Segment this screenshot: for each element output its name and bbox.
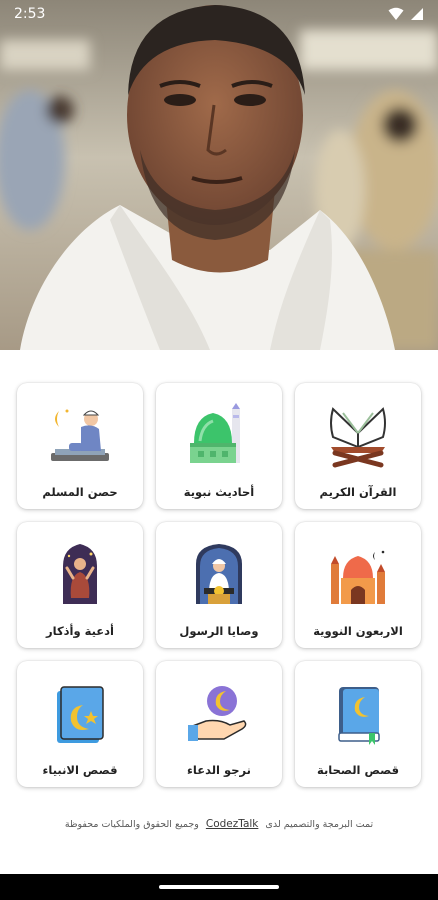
card-hisn-muslim[interactable]: حصن المسلم <box>17 383 143 509</box>
card-label: أدعية وأذكار <box>46 624 114 638</box>
footer-text-before: تمت البرمجة والتصميم لدى <box>265 819 374 830</box>
card-quran[interactable]: القرآن الكريم <box>295 383 421 509</box>
card-label: أحاديث نبوية <box>183 485 255 499</box>
hero-photo <box>0 0 438 350</box>
moon-card-icon <box>45 679 115 749</box>
card-label: الاربعون النووية <box>313 624 403 638</box>
footer-credits: تمت البرمجة والتصميم لدى CodezTalk وجميع… <box>0 818 438 830</box>
card-label: قصص الصحابة <box>316 763 400 777</box>
category-grid: حصن المسلم أحاديث نبوية القرآن الكريم أد… <box>17 383 421 787</box>
home-gesture-handle[interactable] <box>159 885 279 889</box>
imam-minbar-icon <box>184 540 254 610</box>
card-label: القرآن الكريم <box>319 485 397 499</box>
dua-prayer-icon <box>45 540 115 610</box>
wifi-icon <box>388 7 404 20</box>
system-nav-bar <box>0 874 438 900</box>
mosque-dome-icon <box>184 401 254 471</box>
moon-book-icon <box>323 679 393 749</box>
card-label: حصن المسلم <box>42 485 118 499</box>
card-qasas-anbiya[interactable]: قصص الانبياء <box>17 661 143 787</box>
card-ahadith[interactable]: أحاديث نبوية <box>156 383 282 509</box>
status-icons <box>388 7 424 21</box>
card-arbaoon[interactable]: الاربعون النووية <box>295 522 421 648</box>
mosque-building-icon <box>323 540 393 610</box>
card-adiya[interactable]: أدعية وأذكار <box>17 522 143 648</box>
signal-icon <box>411 7 423 20</box>
footer-text-after: وجميع الحقوق والملكيات محفوظة <box>64 819 199 830</box>
status-bar: 2:53 <box>0 0 438 27</box>
card-qasas-sahaba[interactable]: قصص الصحابة <box>295 661 421 787</box>
card-wasaya[interactable]: وصايا الرسول <box>156 522 282 648</box>
card-narjoo-dua[interactable]: نرجو الدعاء <box>156 661 282 787</box>
card-label: قصص الانبياء <box>42 763 118 777</box>
quran-book-icon <box>323 401 393 471</box>
praying-man-icon <box>45 401 115 471</box>
brand-link[interactable]: CodezTalk <box>206 818 259 830</box>
card-label: نرجو الدعاء <box>187 763 251 777</box>
status-time: 2:53 <box>14 5 46 22</box>
card-label: وصايا الرسول <box>179 624 259 638</box>
hand-moon-icon <box>184 679 254 749</box>
portrait-photo <box>0 0 438 350</box>
